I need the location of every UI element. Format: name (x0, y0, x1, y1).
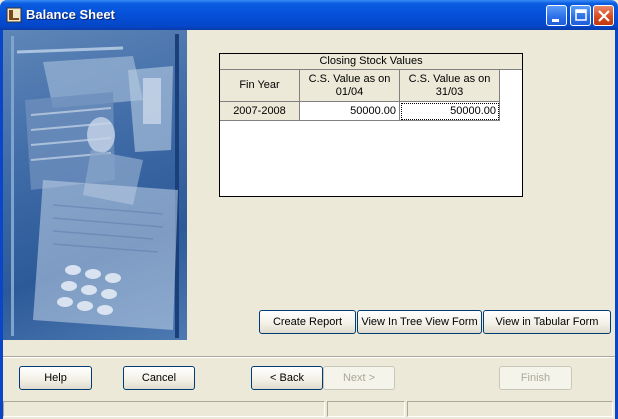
column-header-fin-year[interactable]: Fin Year (220, 70, 300, 102)
tabular-view-button[interactable]: View in Tabular Form (483, 310, 611, 334)
close-icon (598, 10, 610, 22)
status-pane-2 (327, 401, 405, 417)
cell-cs-open[interactable]: 50000.00 (300, 102, 400, 121)
cell-fin-year[interactable]: 2007-2008 (220, 102, 300, 121)
footer-separator (3, 356, 615, 358)
cell-cs-close[interactable]: 50000.00 (400, 102, 500, 121)
app-icon (6, 7, 22, 23)
finish-button[interactable]: Finish (499, 366, 572, 390)
cancel-button[interactable]: Cancel (123, 366, 195, 390)
maximize-button[interactable] (570, 5, 591, 26)
status-pane-1 (3, 401, 325, 417)
wizard-side-image (3, 30, 187, 340)
next-button[interactable]: Next > (323, 366, 395, 390)
help-button[interactable]: Help (19, 366, 92, 390)
window-title: Balance Sheet (26, 7, 115, 22)
title-bar[interactable]: Balance Sheet (0, 0, 618, 30)
maximize-icon (575, 9, 587, 21)
create-report-button[interactable]: Create Report (259, 310, 356, 334)
office-collage-image (11, 34, 179, 338)
back-button[interactable]: < Back (251, 366, 323, 390)
tree-view-button[interactable]: View In Tree View Form (357, 310, 482, 334)
status-pane-3 (407, 401, 613, 417)
grid-caption: Closing Stock Values (220, 54, 522, 70)
column-header-cs-close[interactable]: C.S. Value as on 31/03 (400, 70, 500, 102)
minimize-icon (552, 19, 559, 22)
minimize-button[interactable] (546, 5, 567, 26)
status-bar (3, 399, 615, 419)
closing-stock-grid[interactable]: Closing Stock Values Fin Year C.S. Value… (219, 53, 523, 197)
column-header-cs-open[interactable]: C.S. Value as on 01/04 (300, 70, 400, 102)
close-button[interactable] (593, 5, 614, 26)
